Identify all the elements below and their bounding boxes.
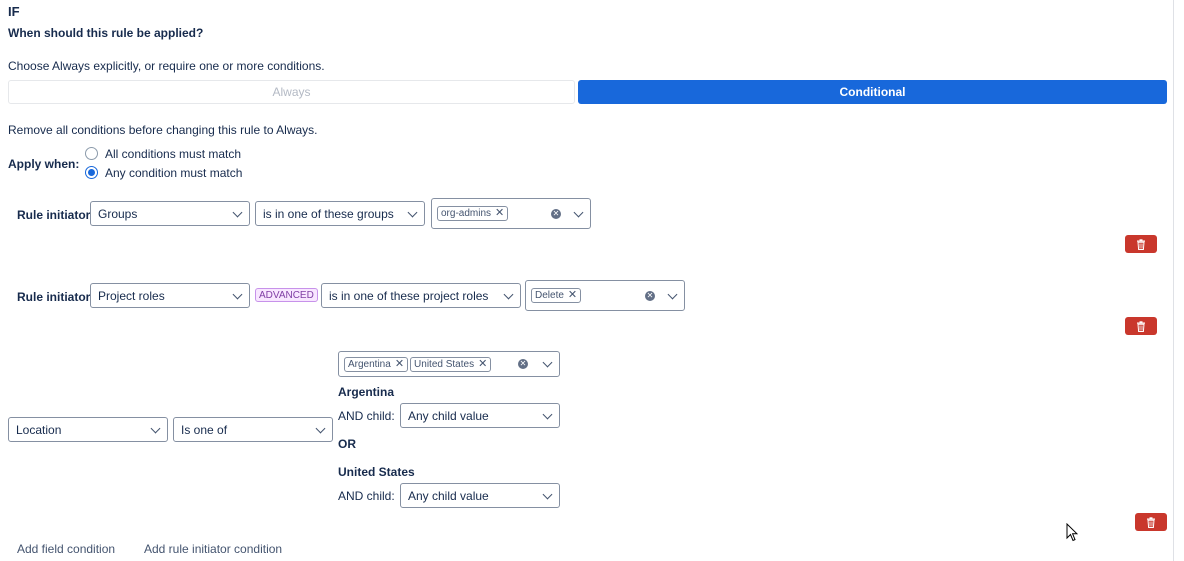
- child-group-name: Argentina: [338, 385, 395, 399]
- instruction-text: Choose Always explicitly, or require one…: [8, 59, 325, 73]
- select-value: Project roles: [98, 288, 165, 303]
- any-condition-radio[interactable]: [85, 166, 98, 179]
- rule-initiator-label: Rule initiator: [17, 290, 91, 304]
- and-child-label: AND child:: [338, 489, 395, 503]
- rule-question: When should this rule be applied?: [8, 26, 204, 40]
- chevron-down-icon: [503, 289, 514, 299]
- select-value: Is one of: [181, 422, 228, 437]
- child-value-select[interactable]: Any child value: [400, 483, 560, 508]
- remove-chip-icon[interactable]: ✕: [478, 358, 487, 370]
- select-value: Location: [16, 422, 62, 437]
- select-value: Any child value: [408, 408, 489, 423]
- delete-condition-button[interactable]: [1135, 513, 1167, 531]
- add-field-condition-link[interactable]: Add field condition: [17, 542, 115, 556]
- location-multiselect[interactable]: Argentina ✕ United States ✕ ✕: [338, 351, 560, 377]
- delete-condition-button[interactable]: [1125, 235, 1157, 253]
- select-value: Any child value: [408, 488, 489, 503]
- child-value-select[interactable]: Any child value: [400, 403, 560, 428]
- condition-operator-select[interactable]: is in one of these groups: [255, 201, 425, 226]
- add-rule-initiator-condition-link[interactable]: Add rule initiator condition: [144, 542, 282, 556]
- trash-icon: [1137, 238, 1145, 250]
- condition-operator-select[interactable]: Is one of: [173, 417, 333, 442]
- or-label: OR: [338, 437, 356, 451]
- remove-chip-icon[interactable]: ✕: [395, 358, 404, 370]
- if-heading: IF: [8, 4, 20, 19]
- clear-icon[interactable]: ✕: [551, 208, 561, 219]
- apply-when-label: Apply when:: [8, 157, 80, 171]
- value-chip: Delete ✕: [531, 288, 582, 303]
- chevron-down-icon: [232, 207, 243, 217]
- chevron-down-icon: [315, 423, 326, 433]
- remove-chip-icon[interactable]: ✕: [568, 290, 577, 301]
- advanced-badge: ADVANCED: [255, 288, 318, 302]
- child-group-name: United States: [338, 465, 415, 479]
- chevron-down-icon[interactable]: [667, 289, 678, 299]
- value-chip: Argentina ✕: [344, 356, 409, 372]
- groups-multiselect[interactable]: org-admins ✕ ✕: [431, 198, 591, 229]
- clear-icon[interactable]: ✕: [518, 359, 528, 369]
- condition-operator-select[interactable]: is in one of these project roles: [321, 283, 521, 308]
- chip-label: Delete: [535, 290, 564, 301]
- all-conditions-label[interactable]: All conditions must match: [105, 147, 241, 161]
- page-right-border: [1173, 0, 1174, 561]
- chip-label: Argentina: [348, 358, 391, 370]
- condition-field-select[interactable]: Groups: [90, 201, 250, 226]
- condition-field-select[interactable]: Location: [8, 417, 168, 442]
- rule-initiator-label: Rule initiator: [17, 208, 91, 222]
- value-chip: United States ✕: [410, 356, 492, 372]
- notice-text: Remove all conditions before changing th…: [8, 123, 318, 137]
- chevron-down-icon: [232, 289, 243, 299]
- trash-icon: [1147, 516, 1155, 528]
- delete-condition-button[interactable]: [1125, 317, 1157, 335]
- chevron-down-icon[interactable]: [542, 357, 553, 368]
- conditional-button[interactable]: Conditional: [578, 80, 1167, 104]
- any-condition-label[interactable]: Any condition must match: [105, 166, 242, 180]
- and-child-label: AND child:: [338, 409, 395, 423]
- mouse-cursor-icon: [1066, 523, 1078, 542]
- trash-icon: [1137, 320, 1145, 332]
- chevron-down-icon[interactable]: [573, 207, 584, 217]
- clear-icon[interactable]: ✕: [645, 290, 655, 301]
- chevron-down-icon: [150, 423, 161, 433]
- select-value: is in one of these project roles: [329, 288, 489, 303]
- chip-label: United States: [414, 358, 475, 370]
- remove-chip-icon[interactable]: ✕: [495, 208, 504, 219]
- select-value: is in one of these groups: [263, 206, 394, 221]
- chevron-down-icon: [542, 409, 553, 419]
- select-value: Groups: [98, 206, 138, 221]
- chevron-down-icon: [407, 207, 418, 217]
- condition-field-select[interactable]: Project roles: [90, 283, 250, 308]
- all-conditions-radio[interactable]: [85, 147, 98, 160]
- chevron-down-icon: [542, 489, 553, 499]
- project-roles-multiselect[interactable]: Delete ✕ ✕: [525, 280, 685, 311]
- always-button[interactable]: Always: [8, 80, 575, 104]
- value-chip: org-admins ✕: [437, 206, 509, 221]
- chip-label: org-admins: [441, 208, 492, 219]
